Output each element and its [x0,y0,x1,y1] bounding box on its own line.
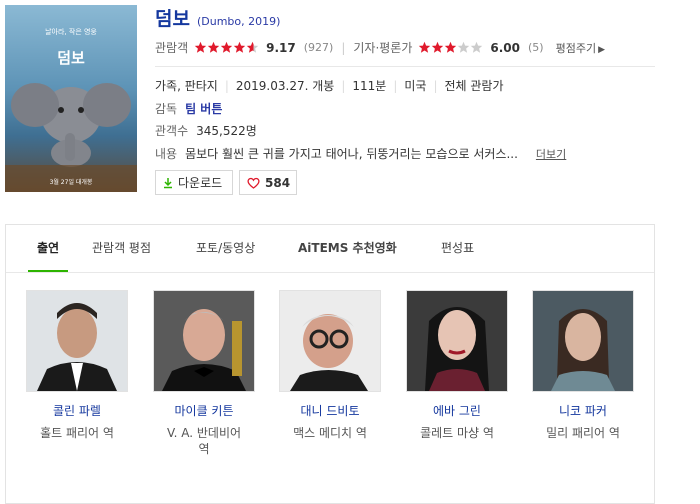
tab-audience-rating[interactable]: 관람객 평점 [92,225,151,272]
movie-title-row: 덤보 (Dumbo, 2019) [155,4,281,31]
movie-original-title: (Dumbo, 2019) [196,15,281,28]
rating-row: 관람객 9.17 (927) | 기자·평론가 6.00 (5) 평점주기 ▶ [155,39,605,56]
cast-name[interactable]: 니코 파커 [532,402,634,419]
star-icon [233,41,246,53]
movie-title[interactable]: 덤보 [155,4,190,31]
poster-elephant-image [5,83,137,192]
heart-icon [247,177,260,189]
chevron-right-icon: ▶ [598,44,605,55]
download-icon [164,177,172,188]
director-row: 감독 팀 버튼 [155,100,222,117]
runtime: 111분 [352,79,387,93]
star-icon [445,41,457,53]
audience-total-row: 관객수 345,522명 [155,122,257,139]
critic-score: 6.00 [490,40,520,55]
cast-photo[interactable] [532,290,634,392]
cast-item[interactable]: 니코 파커 밀리 패리어 역 [532,290,634,441]
star-icon [207,41,220,53]
cast-role-line2: 역 [198,442,210,456]
critic-rating-label: 기자·평론가 [353,41,413,55]
tab-aitems-recommend[interactable]: AiTEMS 추천영화 [298,225,397,272]
cast-photo[interactable] [153,290,255,392]
cast-item[interactable]: 대니 드비토 맥스 메디치 역 [279,290,381,441]
info-divider [155,66,655,67]
download-label: 다운로드 [178,176,223,190]
cast-name[interactable]: 마이클 키튼 [153,402,255,419]
genre[interactable]: 가족, 판타지 [155,77,218,94]
cast-role: 콜레트 마샹 역 [420,426,494,440]
audience-total-label: 관객수 [155,124,189,138]
download-button[interactable]: 다운로드 [155,170,233,195]
info-separator: | [393,78,398,93]
cast-photo[interactable] [279,290,381,392]
audience-stars [194,41,259,54]
audience-score: 9.17 [266,40,296,55]
critic-count: (5) [528,41,544,54]
give-rating-button[interactable]: 평점주기 ▶ [556,40,605,56]
director-link[interactable]: 팀 버튼 [185,100,222,117]
info-separator: | [433,78,438,93]
tab-cast[interactable]: 출연 [28,225,68,272]
cast-name[interactable]: 대니 드비토 [279,402,381,419]
audience-total: 345,522명 [196,124,257,138]
cast-name[interactable]: 에바 그린 [406,402,508,419]
tab-photo-video[interactable]: 포토/동영상 [196,225,255,272]
star-icon [246,41,259,53]
star-icon [220,41,233,53]
director-label: 감독 [155,102,178,116]
summary-text: 몸보다 훨씬 큰 귀를 가지고 태어나, 뒤뚱거리는 모습으로 서커스... [185,147,518,161]
like-count: 584 [265,175,291,190]
star-icon [419,41,431,53]
summary-label: 내용 [155,147,178,161]
cast-role-line1: V. A. 반데비어 [166,426,242,440]
cast-item[interactable]: 콜린 파렐 홀트 패리어 역 [26,290,128,441]
tab-schedule[interactable]: 편성표 [441,225,474,272]
movie-poster[interactable]: 날아라, 작은 영웅 덤보 3월 27일 대개봉 [5,5,137,192]
critic-stars [418,41,483,54]
poster-date: 3월 27일 대개봉 [49,179,93,186]
release-date[interactable]: 2019.03.27. 개봉 [236,77,334,94]
cast-item[interactable]: 에바 그린 콜레트 마샹 역 [406,290,508,441]
audience-rating-label: 관람객 [155,41,189,55]
cast-photo[interactable] [26,290,128,392]
cast-role: 맥스 메디치 역 [293,426,367,440]
info-separator: | [224,78,229,93]
audience-count: (927) [303,41,334,54]
star-icon [458,41,470,53]
star-icon [471,41,483,53]
cast-role: V. A. 반데비어역 [153,425,255,457]
cast-name[interactable]: 콜린 파렐 [26,402,128,419]
give-rating-label: 평점주기 [555,41,597,55]
basic-info-row: 가족, 판타지 | 2019.03.27. 개봉 | 111분 | 미국 | 전… [155,77,504,94]
grade: 전체 관람가 [444,79,504,93]
star-icon [194,41,207,53]
cast-role: 홀트 패리어 역 [40,426,114,440]
like-button[interactable]: 584 [239,170,297,195]
tab-bar: 출연 관람객 평점 포토/동영상 AiTEMS 추천영화 편성표 [6,225,654,273]
rating-separator: | [341,40,346,55]
info-separator: | [341,78,346,93]
cast-photo[interactable] [406,290,508,392]
cast-item[interactable]: 마이클 키튼 V. A. 반데비어역 [153,290,255,457]
summary-row: 내용 몸보다 훨씬 큰 귀를 가지고 태어나, 뒤뚱거리는 모습으로 서커스..… [155,145,566,162]
more-link[interactable]: 더보기 [536,146,566,162]
star-icon [432,41,444,53]
cast-role: 밀리 패리어 역 [546,426,620,440]
country[interactable]: 미국 [404,77,426,94]
